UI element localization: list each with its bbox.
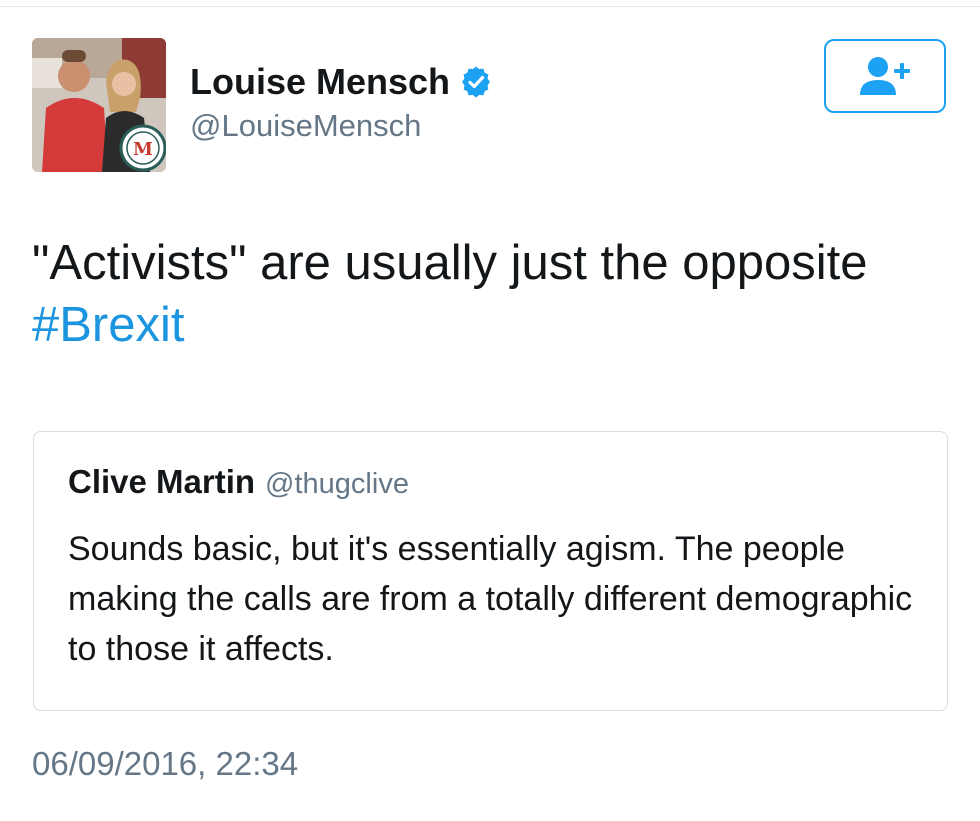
quoted-tweet-card[interactable]: Clive Martin @thugclive Sounds basic, but…	[33, 431, 948, 711]
author-name-row: Louise Mensch	[190, 60, 492, 104]
tweet-body-text: "Activists" are usually just the opposit…	[32, 236, 868, 290]
quoted-author-handle: @thugclive	[265, 468, 409, 500]
add-user-icon	[860, 57, 910, 95]
author-display-name[interactable]: Louise Mensch	[190, 60, 450, 104]
author-handle[interactable]: @LouiseMensch	[190, 106, 421, 146]
hashtag-link[interactable]: #Brexit	[32, 294, 952, 356]
tweet-timestamp[interactable]: 06/09/2016, 22:34	[32, 742, 298, 786]
verified-badge-icon	[462, 66, 491, 98]
quoted-tweet-header: Clive Martin @thugclive	[68, 462, 409, 509]
top-divider	[0, 6, 980, 7]
quoted-tweet-text: Sounds basic, but it's essentially agism…	[68, 530, 913, 668]
follow-button[interactable]	[824, 39, 946, 113]
avatar-badge-letter: M	[133, 139, 153, 160]
quoted-author-name: Clive Martin	[68, 463, 256, 500]
tweet-text: "Activists" are usually just the opposit…	[32, 232, 952, 356]
author-avatar[interactable]: M	[32, 38, 166, 172]
